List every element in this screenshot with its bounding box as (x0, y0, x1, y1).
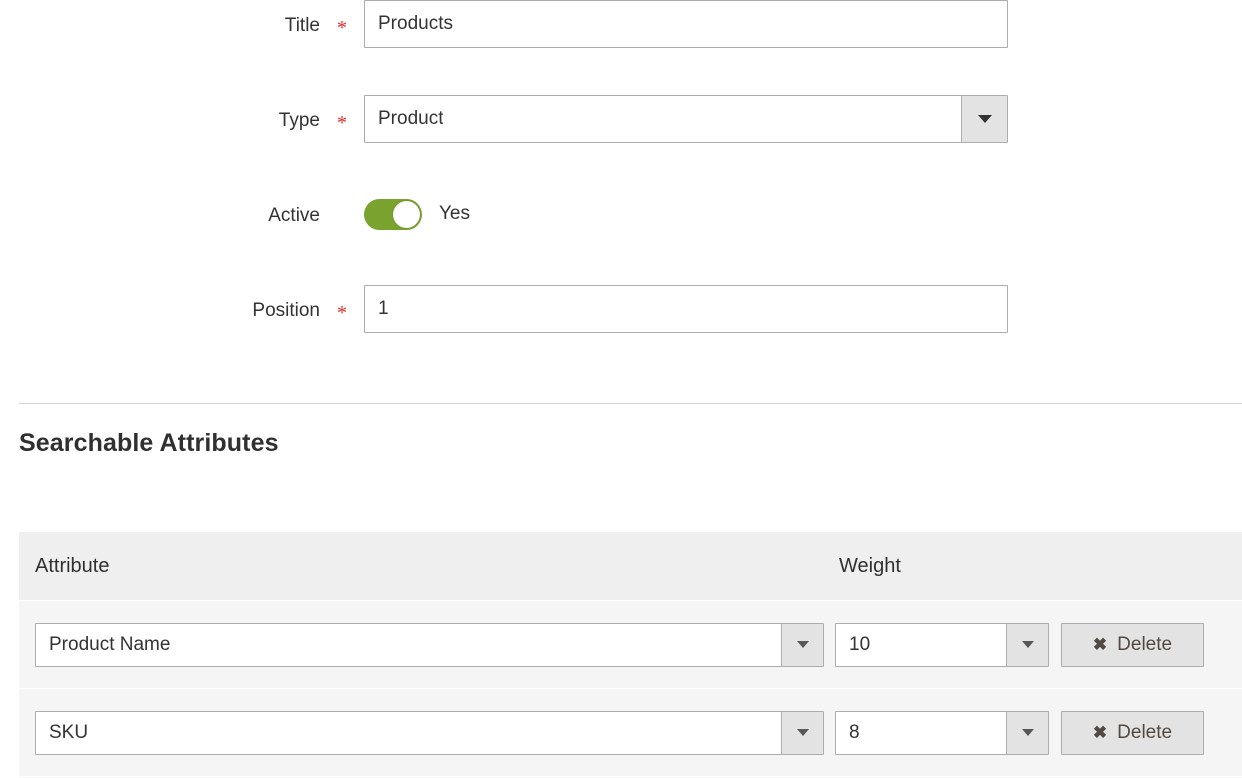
toggle-knob (393, 201, 420, 228)
close-x-icon: ✖ (1093, 636, 1107, 653)
required-marker-title: * (320, 0, 364, 38)
column-header-weight: Weight (835, 555, 1242, 578)
field-control-position (364, 285, 1242, 333)
cell-attribute: SKU (35, 711, 835, 755)
type-select[interactable]: Product (364, 95, 1008, 143)
title-input[interactable] (364, 0, 1008, 48)
field-row-type: Type * Product (0, 95, 1242, 190)
searchable-attributes-table: Attribute Weight Product Name 10 ✖ D (19, 532, 1242, 778)
table-row: Product Name 10 ✖ Delete (19, 601, 1242, 689)
active-toggle-label: Yes (439, 203, 470, 225)
chevron-down-icon (1022, 729, 1034, 736)
field-label-title-wrap: Title (0, 0, 320, 35)
delete-row-button-0[interactable]: ✖ Delete (1061, 623, 1204, 667)
required-marker-type: * (320, 95, 364, 133)
type-select-value: Product (378, 96, 443, 142)
field-label-active: Active (268, 205, 320, 226)
weight-select-1[interactable]: 8 (835, 711, 1049, 755)
search-term-form: Title * Type * Product Active * (0, 0, 1242, 380)
chevron-down-icon (797, 641, 809, 648)
required-marker-active-placeholder: * (320, 190, 364, 228)
delete-row-label-0: Delete (1117, 635, 1172, 654)
weight-select-toggle-0[interactable] (1006, 624, 1048, 666)
attribute-select-toggle-0[interactable] (781, 624, 823, 666)
cell-action: ✖ Delete (1061, 623, 1204, 667)
attribute-select-value-1: SKU (49, 712, 88, 754)
chevron-down-icon (978, 115, 992, 123)
field-label-position: Position (252, 300, 320, 321)
active-toggle-group: Yes (364, 190, 1242, 238)
delete-row-button-1[interactable]: ✖ Delete (1061, 711, 1204, 755)
field-row-position: Position * (0, 285, 1242, 380)
close-x-icon: ✖ (1093, 724, 1107, 741)
cell-attribute: Product Name (35, 623, 835, 667)
column-header-attribute: Attribute (19, 555, 835, 578)
field-label-type-wrap: Type (0, 95, 320, 130)
field-control-title (364, 0, 1242, 48)
weight-select-value-0: 10 (849, 624, 870, 666)
section-divider (19, 403, 1242, 404)
attribute-select-0[interactable]: Product Name (35, 623, 824, 667)
attribute-select-toggle-1[interactable] (781, 712, 823, 754)
field-label-active-wrap: Active (0, 190, 320, 225)
chevron-down-icon (797, 729, 809, 736)
field-row-title: Title * (0, 0, 1242, 95)
field-label-type: Type (279, 110, 320, 131)
weight-select-0[interactable]: 10 (835, 623, 1049, 667)
page-section-title: Searchable Attributes (19, 429, 279, 458)
chevron-down-icon (1022, 641, 1034, 648)
required-marker-position: * (320, 285, 364, 323)
table-row: SKU 8 ✖ Delete (19, 689, 1242, 777)
weight-select-value-1: 8 (849, 712, 860, 754)
type-select-toggle[interactable] (961, 96, 1007, 142)
field-control-type: Product (364, 95, 1242, 143)
weight-select-toggle-1[interactable] (1006, 712, 1048, 754)
cell-weight: 8 (835, 711, 1061, 755)
cell-action: ✖ Delete (1061, 711, 1204, 755)
field-label-title: Title (285, 15, 320, 36)
field-label-position-wrap: Position (0, 285, 320, 320)
attribute-select-1[interactable]: SKU (35, 711, 824, 755)
attribute-select-value-0: Product Name (49, 624, 170, 666)
delete-row-label-1: Delete (1117, 723, 1172, 742)
active-toggle[interactable] (364, 199, 422, 230)
cell-weight: 10 (835, 623, 1061, 667)
field-control-active: Yes (364, 190, 1242, 238)
table-header-row: Attribute Weight (19, 532, 1242, 601)
field-row-active: Active * Yes (0, 190, 1242, 285)
position-input[interactable] (364, 285, 1008, 333)
